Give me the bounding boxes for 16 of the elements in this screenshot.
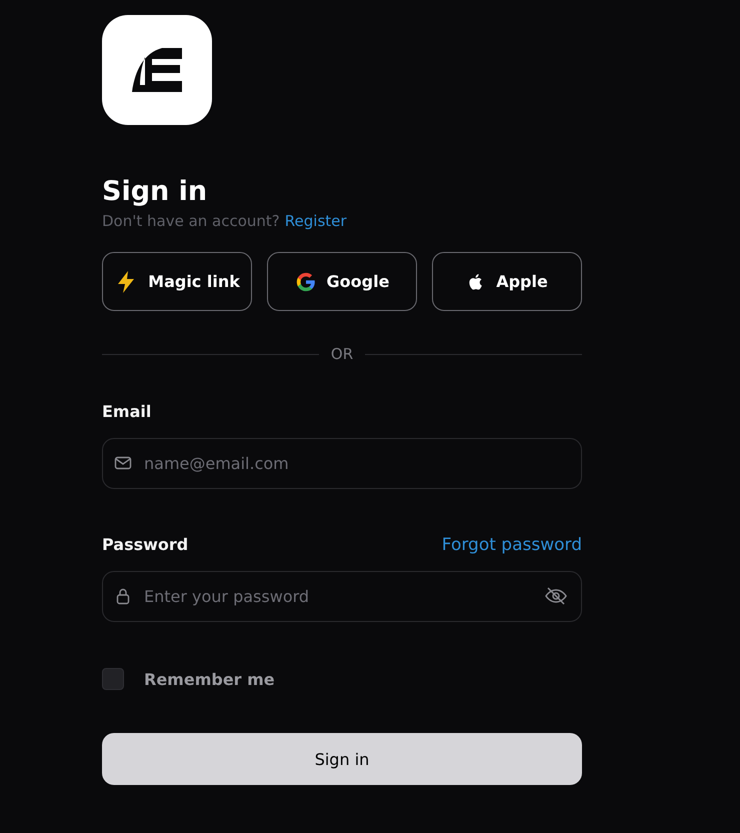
register-prompt: Don't have an account? [102, 211, 280, 231]
field-label: Password [102, 535, 188, 554]
magic-link-button[interactable]: Magic link [102, 252, 252, 311]
password-field[interactable]: Enter your password [102, 571, 582, 622]
google-icon [294, 270, 317, 292]
email-field[interactable]: name@email.com [102, 438, 582, 489]
register-link[interactable]: Register [284, 211, 347, 231]
apple-button[interactable]: Apple [432, 252, 582, 311]
remember-checkbox[interactable] [102, 668, 124, 690]
google-button[interactable]: Google [267, 252, 417, 311]
sign-in-button[interactable]: Sign in [102, 733, 582, 785]
field-label: Email [102, 402, 152, 421]
page-title: Sign in [102, 175, 208, 209]
forgot-password-link[interactable]: Forgot password [442, 535, 582, 555]
remember-me-label: Remember me [144, 670, 275, 688]
divider-label: OR [330, 345, 354, 363]
